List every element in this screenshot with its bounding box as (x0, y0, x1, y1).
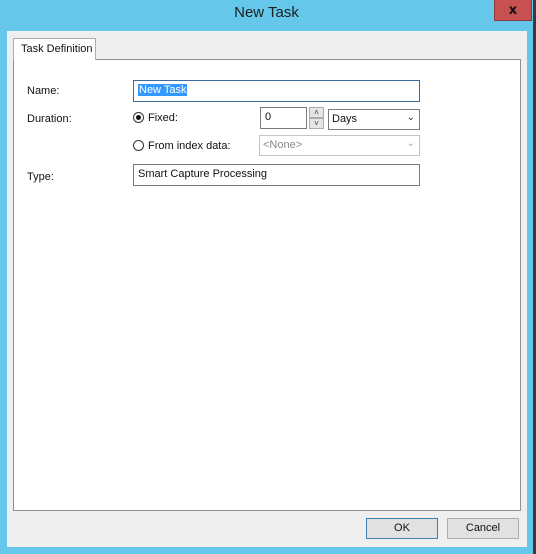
spin-up-button[interactable]: ˄ (309, 107, 324, 118)
duration-unit-value: Days (332, 113, 358, 125)
index-data-radio[interactable] (133, 140, 144, 151)
close-button[interactable]: x (494, 0, 532, 21)
name-input[interactable]: New Task (133, 80, 420, 102)
duration-label: Duration: (27, 113, 72, 125)
name-label: Name: (27, 85, 60, 97)
duration-unit-select[interactable]: Days ⌄ (328, 109, 420, 130)
fixed-label[interactable]: Fixed: (148, 112, 178, 124)
dialog-window: New Task x Task Definition Name: New Tas… (0, 0, 533, 554)
index-data-value: <None> (263, 139, 303, 151)
fixed-duration-input[interactable]: 0 (260, 107, 307, 129)
index-data-label[interactable]: From index data: (148, 140, 231, 152)
dropdown-arrow-icon: ⌄ (406, 112, 415, 123)
window-title: New Task (234, 4, 299, 21)
chevron-up-icon: ˄ (314, 108, 319, 117)
chevron-down-icon: ˅ (314, 119, 319, 128)
tab-task-definition[interactable]: Task Definition (13, 38, 96, 60)
ok-button[interactable]: OK (366, 518, 438, 539)
name-input-value: New Task (138, 84, 188, 96)
index-data-select: <None> ⌄ (259, 135, 420, 156)
type-input[interactable]: Smart Capture Processing (133, 164, 420, 186)
close-icon: x (508, 2, 518, 18)
spin-down-button[interactable]: ˅ (309, 118, 324, 129)
cancel-button[interactable]: Cancel (447, 518, 519, 539)
dropdown-arrow-icon: ⌄ (406, 138, 415, 149)
type-label: Type: (27, 171, 54, 183)
radio-selected-dot (136, 115, 141, 120)
fixed-radio[interactable] (133, 112, 144, 123)
